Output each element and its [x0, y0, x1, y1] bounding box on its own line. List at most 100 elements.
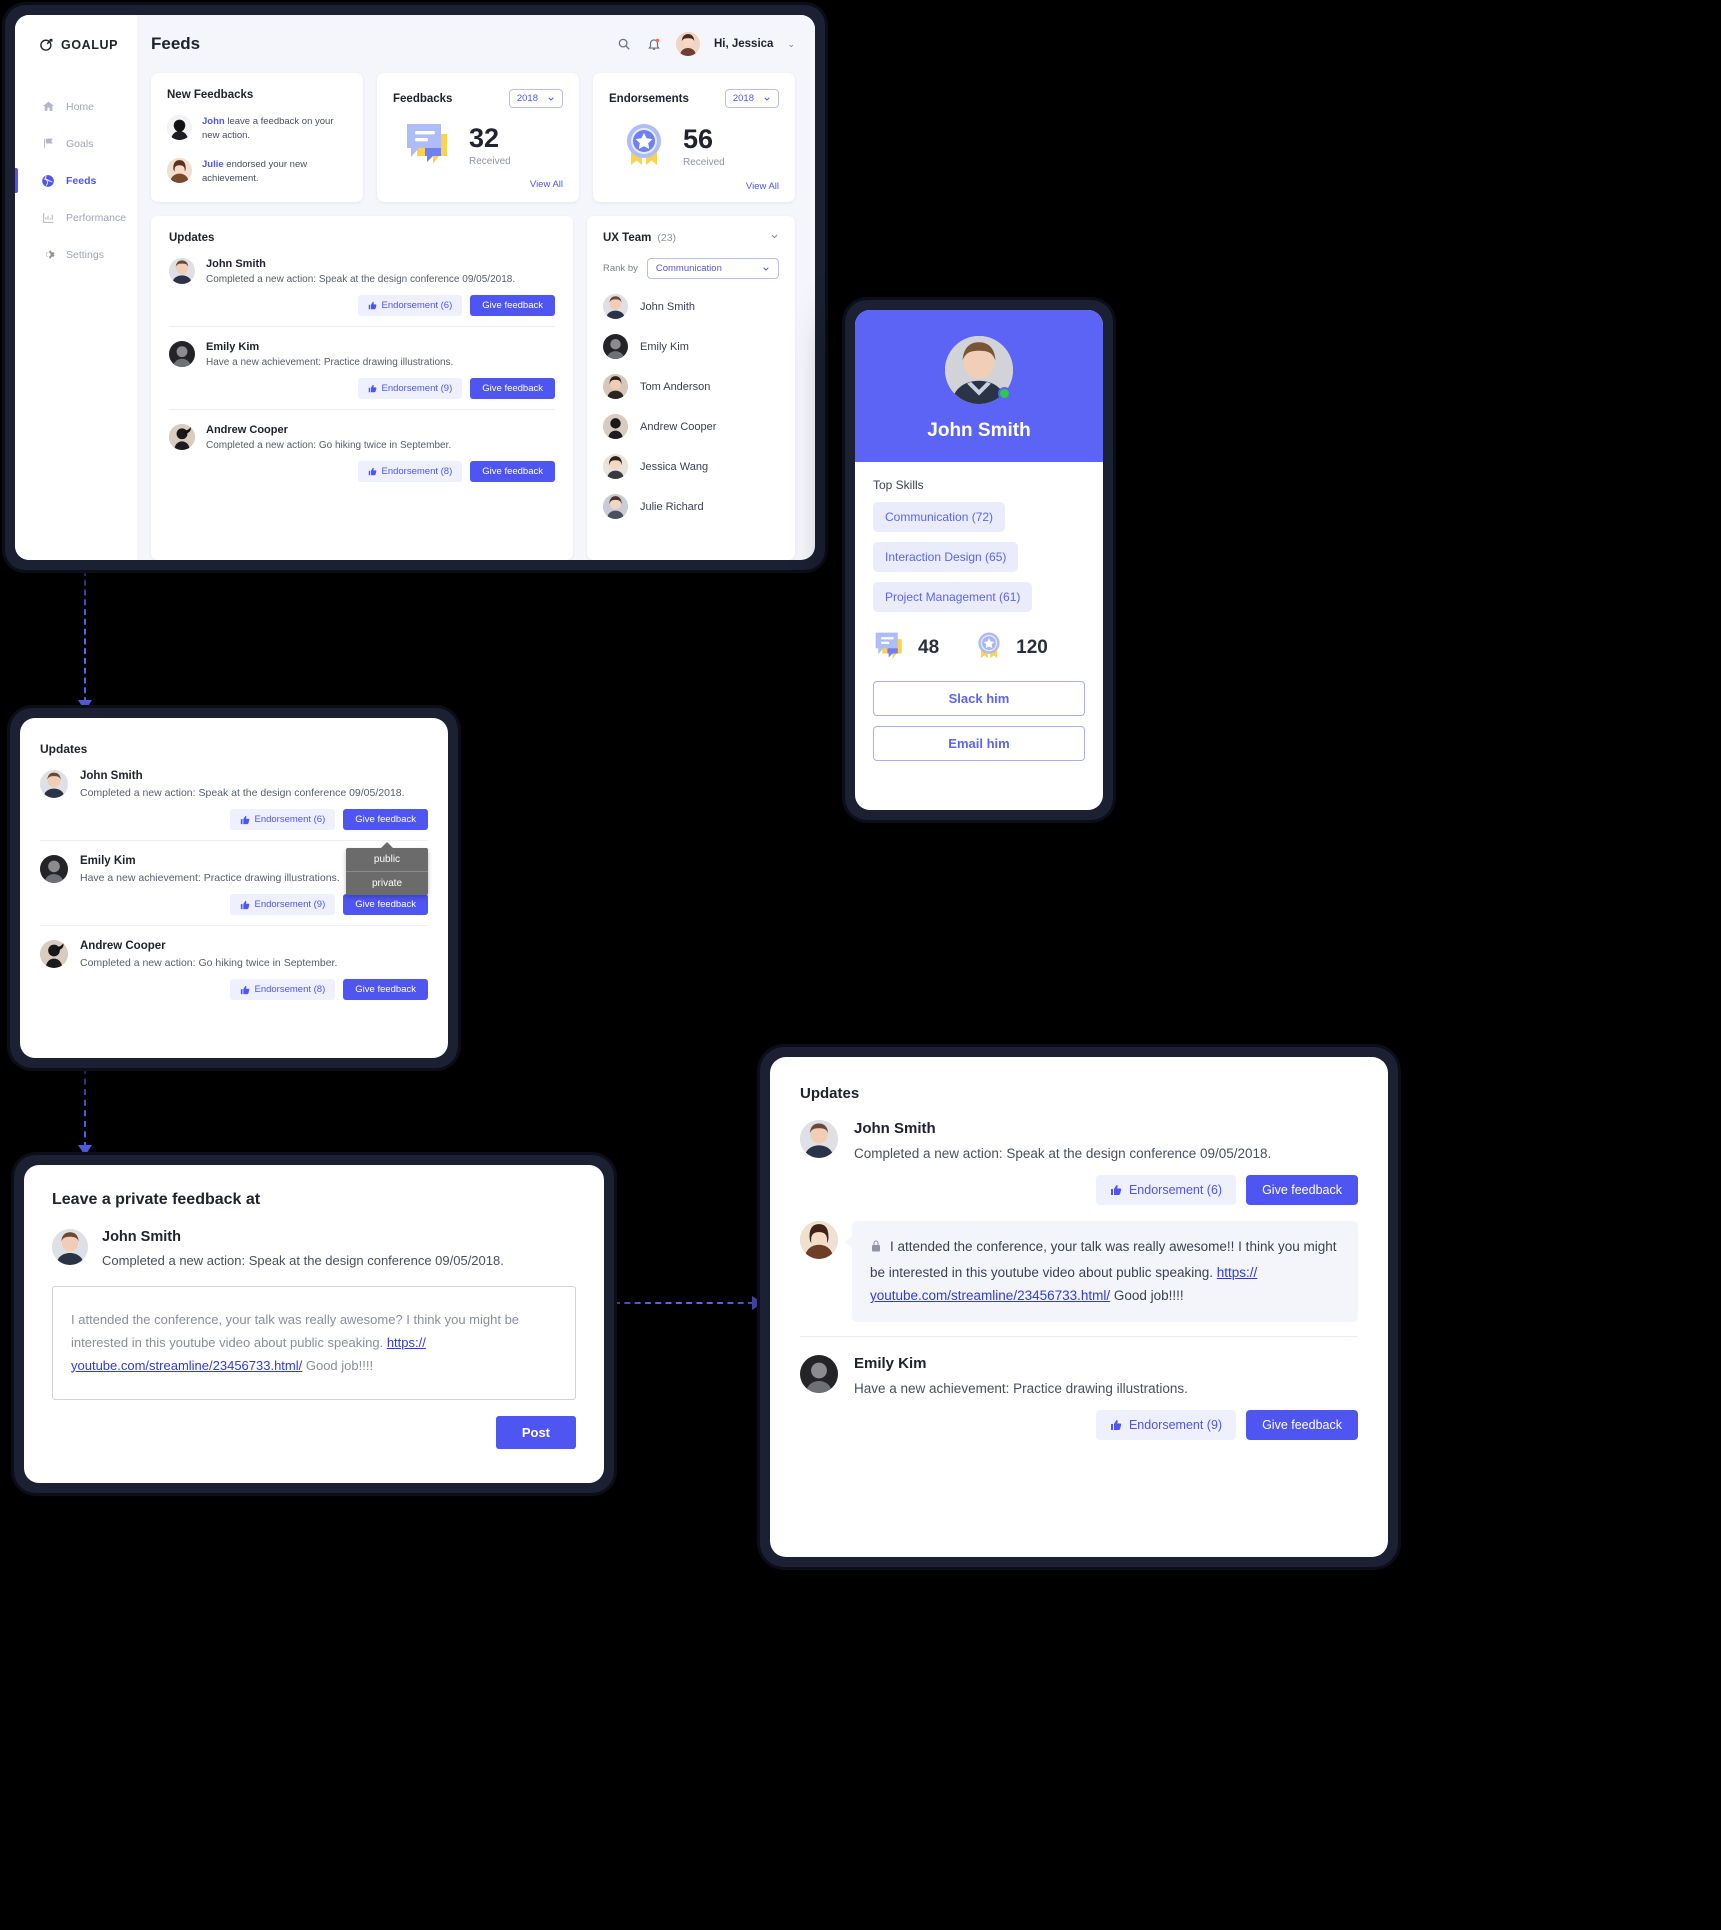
profile-header: John Smith [855, 310, 1103, 462]
user-link[interactable]: Julie [202, 159, 224, 170]
give-feedback-button[interactable]: Give feedback [343, 894, 428, 915]
year-select[interactable]: 2018 [508, 89, 563, 108]
list-item-text: John leave a feedback on your new action… [202, 115, 347, 144]
slack-him-button[interactable]: Slack him [873, 681, 1085, 716]
sidebar-item-settings[interactable]: Settings [15, 240, 137, 269]
endorsement-button[interactable]: Endorsement (8) [229, 979, 336, 1000]
stat-body: 32 Received [393, 120, 563, 171]
list-item[interactable]: John Smith [603, 294, 779, 319]
skill-chip[interactable]: Communication (72) [873, 502, 1006, 532]
stat-label: Received [683, 156, 725, 168]
endorsement-button[interactable]: Endorsement (6) [229, 809, 336, 830]
thumbs-up-icon [368, 384, 376, 393]
feedback-textarea[interactable]: I attended the conference, your talk was… [52, 1286, 576, 1401]
avatar[interactable] [675, 32, 700, 56]
list-item[interactable]: Julie Richard [603, 494, 779, 519]
list-item-head: John Smith Completed a new action: Speak… [40, 770, 428, 799]
comment: I attended the conference, your talk was… [800, 1221, 1358, 1322]
give-feedback-button[interactable]: Give feedback [1246, 1409, 1358, 1440]
give-feedback-button[interactable]: Give feedback [470, 461, 555, 482]
avatar [169, 341, 195, 367]
list-item-text: Julie endorsed your new achievement. [202, 158, 347, 187]
team-member-name: Emily Kim [640, 340, 689, 353]
give-feedback-button[interactable]: Give feedback [470, 378, 555, 399]
update-desc: Have a new achievement: Practice drawing… [80, 872, 340, 884]
endorsement-button[interactable]: Endorsement (8) [357, 461, 463, 482]
list-item[interactable]: Emily Kim [603, 334, 779, 359]
post-button[interactable]: Post [495, 1416, 576, 1450]
endorsements-card: Endorsements 2018 56 Received View All [593, 73, 795, 202]
give-feedback-button[interactable]: Give feedback [470, 295, 555, 316]
list-item[interactable]: Tom Anderson [603, 374, 779, 399]
skill-chip[interactable]: Project Management (61) [873, 582, 1033, 612]
sidebar-item-performance[interactable]: Performance [15, 203, 137, 232]
user-link[interactable]: John [202, 116, 225, 127]
stat-values: 32 Received [469, 124, 511, 167]
view-all-link[interactable]: View All [746, 181, 779, 192]
brand-name: GOALUP [61, 37, 119, 52]
sidebar-item-feeds[interactable]: Feeds [15, 166, 137, 195]
update-desc: Have a new achievement: Practice drawing… [854, 1380, 1188, 1396]
chevron-down-icon[interactable]: ⌄ [787, 39, 795, 50]
brand: GOALUP [15, 37, 137, 52]
globe-icon [41, 174, 55, 188]
view-all-link[interactable]: View All [530, 179, 563, 190]
user-name: Emily Kim [80, 855, 136, 867]
list-item-actions: Endorsement (6) Give feedback [169, 295, 555, 316]
endorsement-button[interactable]: Endorsement (6) [357, 295, 463, 316]
privacy-option-public[interactable]: public [346, 848, 428, 871]
search-icon[interactable] [616, 36, 632, 52]
list-item-actions: Endorsement (6) Give feedback [800, 1175, 1358, 1205]
endorsement-label: Endorsement (6) [381, 300, 453, 311]
endorsement-button[interactable]: Endorsement (9) [1095, 1409, 1237, 1440]
message-text-part2: Good job!!!! [302, 1357, 374, 1373]
list-item-head: Andrew Cooper Completed a new action: Go… [169, 424, 555, 451]
email-him-button[interactable]: Email him [873, 726, 1085, 761]
list-item: Emily Kim Have a new achievement: Practi… [169, 327, 555, 410]
list-item-head: Emily Kim Have a new achievement: Practi… [169, 341, 555, 368]
list-item-head: John Smith Completed a new action: Speak… [800, 1120, 1358, 1161]
screenshot-stage: GOALUP Home Goals Feeds Performance Sett… [0, 0, 1721, 1930]
give-feedback-button[interactable]: Give feedback [343, 809, 428, 830]
sidebar-item-goals[interactable]: Goals [15, 129, 137, 158]
list-item: Andrew Cooper Completed a new action: Go… [169, 410, 555, 492]
updates-panel-window: Updates John Smith Completed a new actio… [10, 708, 458, 1068]
endorsement-label: Endorsement (8) [254, 984, 326, 995]
list-item[interactable]: Jessica Wang [603, 454, 779, 479]
list-item-head: Andrew Cooper Completed a new action: Go… [40, 940, 428, 969]
chevron-down-icon [763, 266, 769, 271]
privacy-option-private[interactable]: private [346, 871, 428, 895]
chevron-down-icon[interactable] [770, 232, 779, 243]
list-item-actions: Endorsement (9) Give feedback [800, 1409, 1358, 1440]
give-feedback-button[interactable]: Give feedback [1246, 1175, 1358, 1205]
stat-number: 48 [918, 636, 940, 658]
connector-updates-to-compose [84, 1068, 86, 1148]
greeting: Hi, Jessica [713, 38, 774, 50]
thumbs-up-icon [240, 985, 249, 994]
give-feedback-button[interactable]: Give feedback [343, 979, 428, 1000]
profile-body: Top Skills Communication (72) Interactio… [855, 462, 1103, 810]
endorsement-button[interactable]: Endorsement (9) [229, 894, 336, 915]
avatar-wrapper [945, 336, 1013, 404]
result-panel-screen: Updates John Smith Completed a new actio… [770, 1057, 1388, 1557]
list-item: John leave a feedback on your new action… [167, 115, 347, 144]
endorsement-button[interactable]: Endorsement (6) [1095, 1175, 1237, 1205]
list-item: John Smith Completed a new action: Speak… [40, 756, 428, 895]
list-item[interactable]: Andrew Cooper [603, 414, 779, 439]
bell-icon[interactable] [646, 36, 662, 52]
skill-chip[interactable]: Interaction Design (65) [873, 542, 1019, 572]
list-item-actions: Endorsement (8) Give feedback [169, 461, 555, 482]
rank-by-select[interactable]: Communication [646, 258, 779, 279]
team-count: (23) [657, 232, 677, 244]
thumbs-up-icon [1110, 1185, 1122, 1195]
list-item-body: John Smith Completed a new action: Speak… [80, 770, 405, 799]
list-item: Andrew Cooper Completed a new action: Go… [40, 926, 428, 1010]
endorsement-label: Endorsement (6) [1128, 1183, 1223, 1197]
sidebar-item-home[interactable]: Home [15, 92, 137, 121]
list-item: John Smith Completed a new action: Speak… [800, 1102, 1358, 1336]
stat-label: Received [469, 155, 511, 167]
post-header: John Smith Completed a new action: Speak… [52, 1229, 576, 1268]
year-select[interactable]: 2018 [724, 89, 779, 108]
feedback-icon [403, 120, 455, 171]
endorsement-button[interactable]: Endorsement (9) [357, 378, 463, 399]
